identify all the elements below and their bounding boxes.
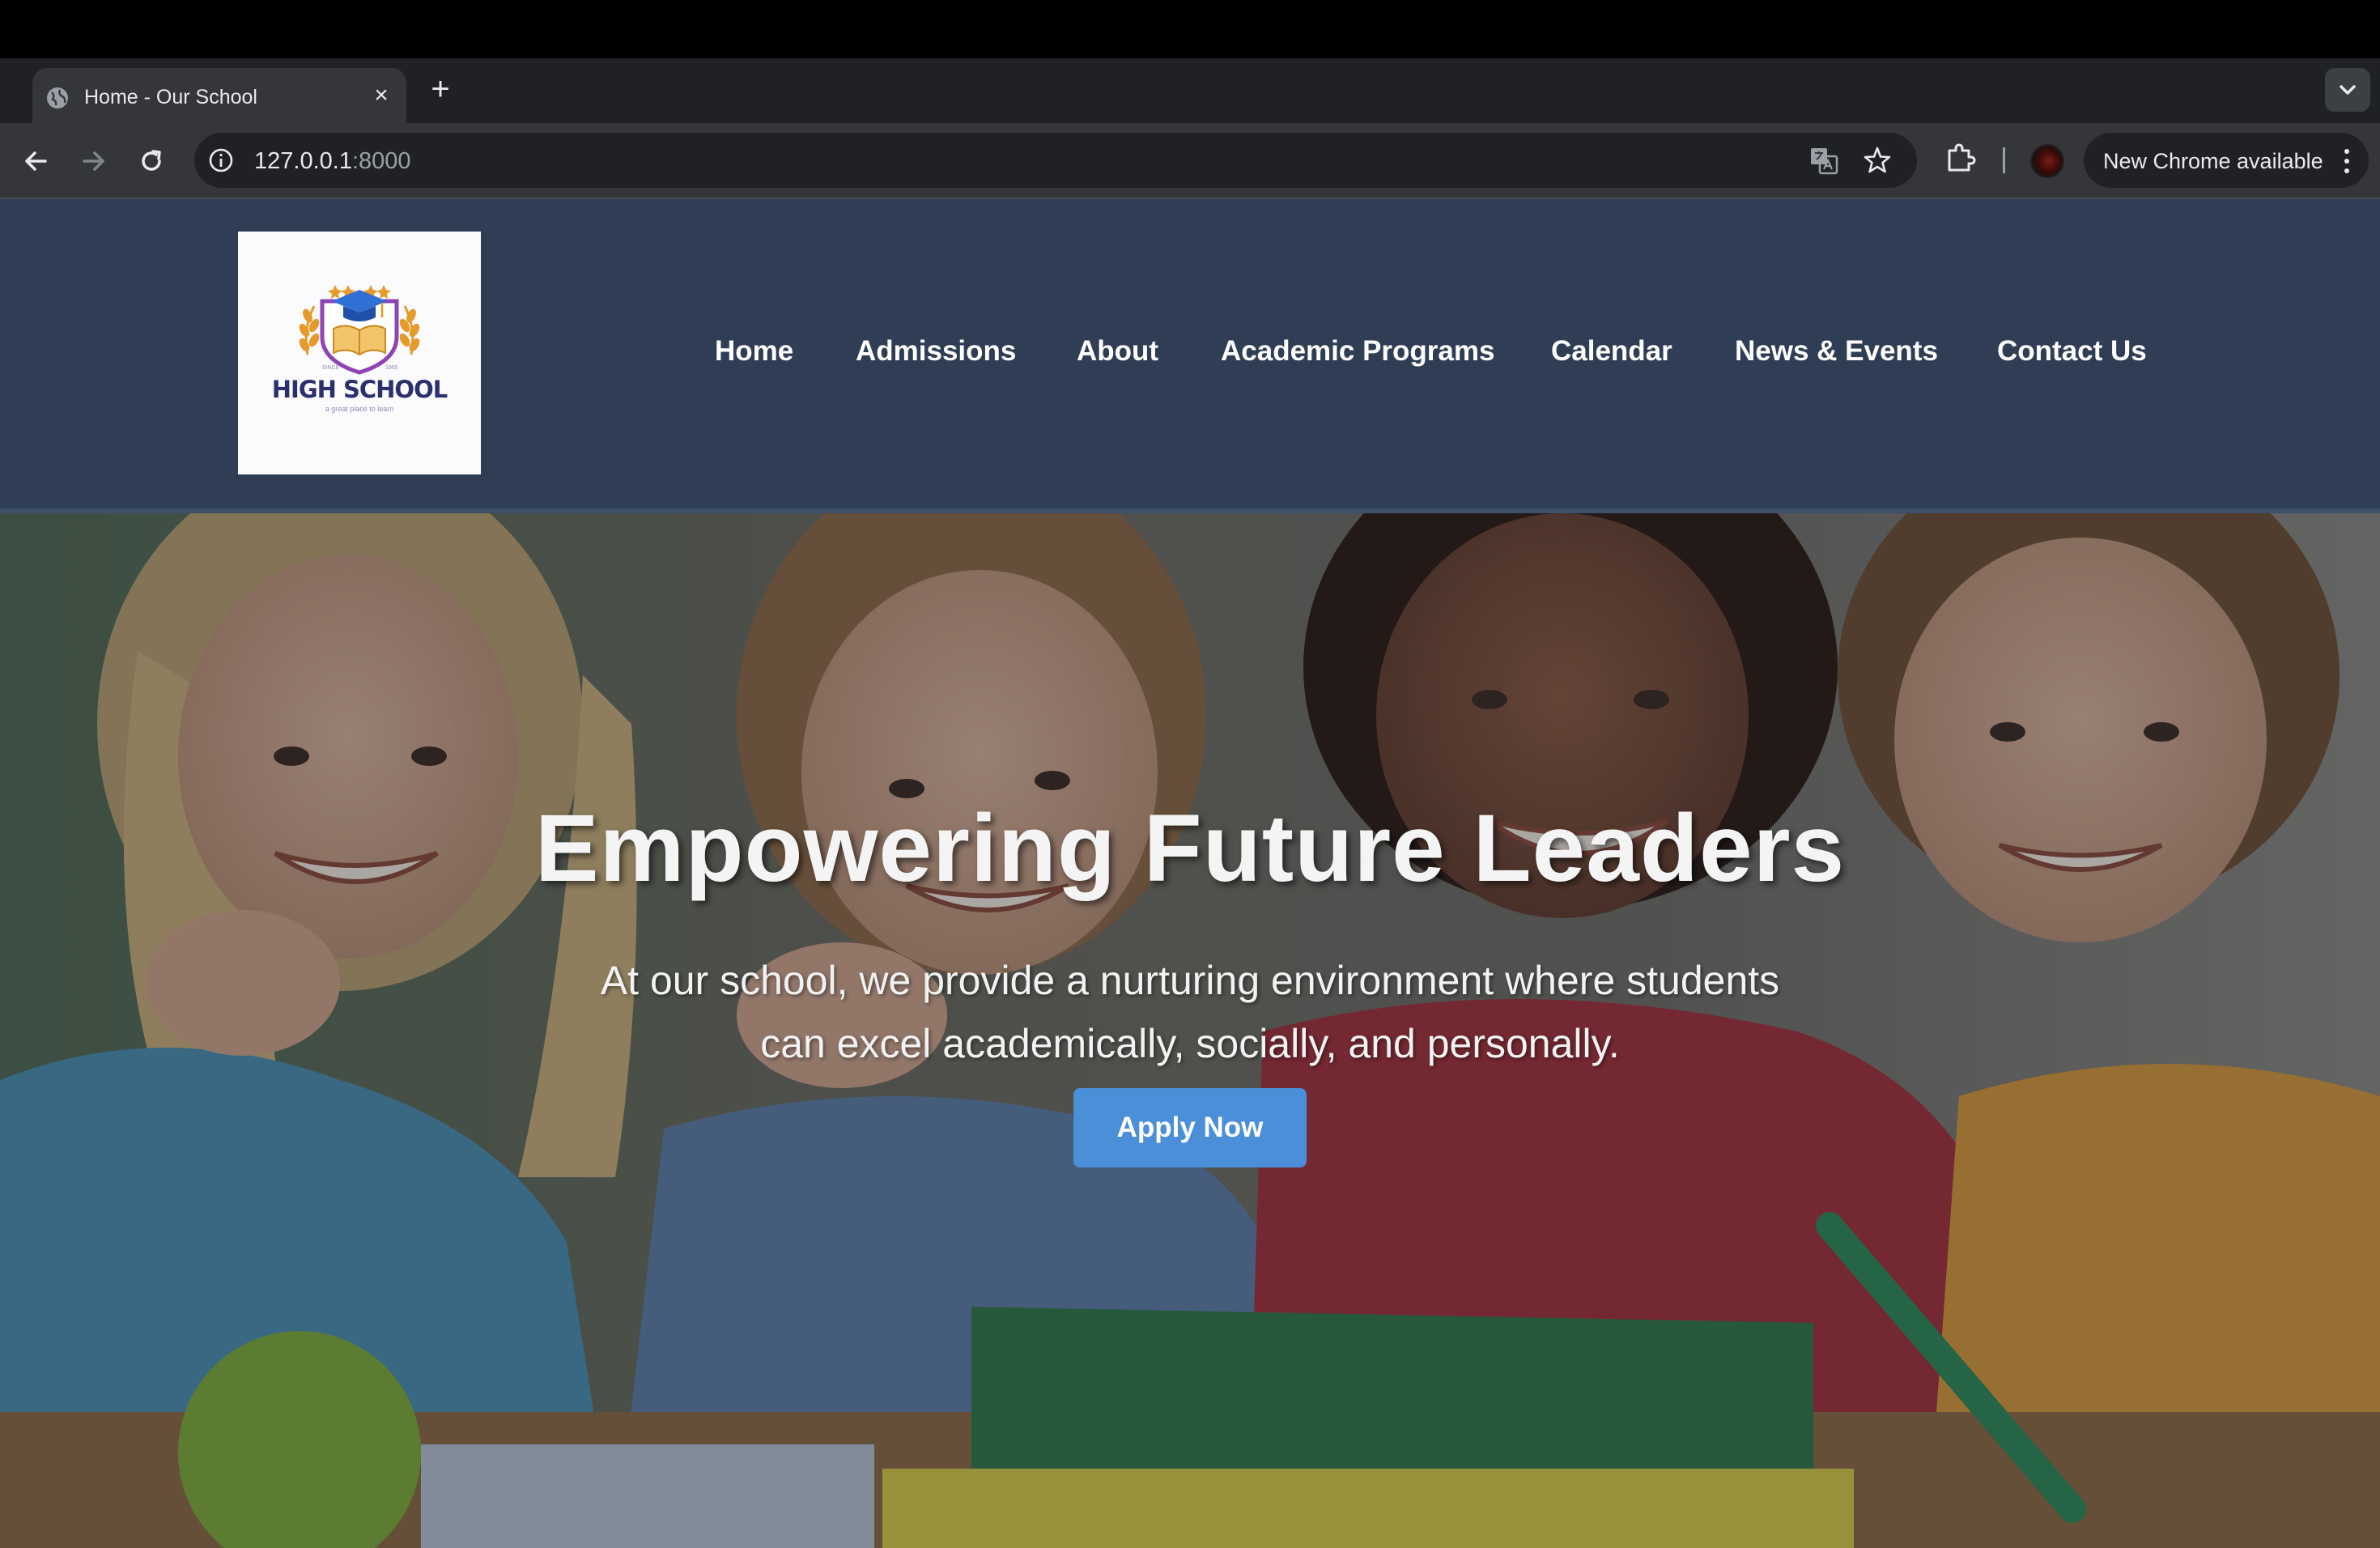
reload-icon[interactable] (133, 142, 170, 180)
hero-description: At our school, we provide a nurturing en… (600, 958, 1780, 1066)
address-bar[interactable]: 127.0.0.1:8000 (194, 133, 1917, 188)
profile-avatar[interactable] (2030, 144, 2064, 178)
nav-calendar[interactable]: Calendar (1551, 335, 1672, 368)
nav-contact-us[interactable]: Contact Us (1997, 335, 2147, 368)
nav-news-events[interactable]: News & Events (1735, 335, 1938, 368)
close-tab-icon[interactable]: × (368, 82, 395, 109)
tab-strip: Home - Our School × (0, 58, 2380, 123)
bookmark-star-icon[interactable] (1862, 145, 1893, 176)
update-label: New Chrome available (2103, 149, 2323, 173)
forward-arrow-icon[interactable] (74, 142, 112, 180)
chevron-down-icon (2340, 85, 2356, 95)
toolbar-divider (2003, 147, 2005, 173)
site-header: SINCE 1965 HIGH SCHOOL a great place to … (0, 199, 2380, 512)
window-top-bar (0, 0, 2380, 58)
update-chrome-button[interactable]: New Chrome available (2084, 133, 2369, 188)
translate-icon[interactable] (1808, 145, 1839, 176)
tab-title: Home - Our School (84, 86, 257, 108)
apply-now-button[interactable]: Apply Now (1073, 1088, 1307, 1167)
site-info-icon[interactable] (207, 147, 235, 174)
globe-icon (47, 87, 68, 108)
nav-about[interactable]: About (1077, 335, 1158, 368)
tab-home[interactable]: Home - Our School × (32, 68, 406, 123)
back-arrow-icon[interactable] (18, 142, 55, 180)
nav-admissions[interactable]: Admissions (856, 335, 1016, 368)
nav-home[interactable]: Home (715, 335, 793, 368)
main-nav: Home Admissions About Academic Programs … (0, 199, 2380, 512)
extensions-puzzle-icon[interactable] (1943, 141, 1978, 176)
nav-academic-programs[interactable]: Academic Programs (1221, 335, 1494, 368)
url-text: 127.0.0.1:8000 (254, 148, 411, 174)
kebab-menu-icon[interactable] (2343, 147, 2351, 175)
hero-title: Empowering Future Leaders (534, 795, 1846, 902)
tab-search-button[interactable] (2325, 68, 2370, 112)
browser-toolbar: 127.0.0.1:8000 New Chrome available (0, 123, 2380, 199)
new-tab-button[interactable]: + (424, 73, 457, 105)
hero-section: Empowering Future Leaders At our school,… (0, 513, 2380, 1548)
